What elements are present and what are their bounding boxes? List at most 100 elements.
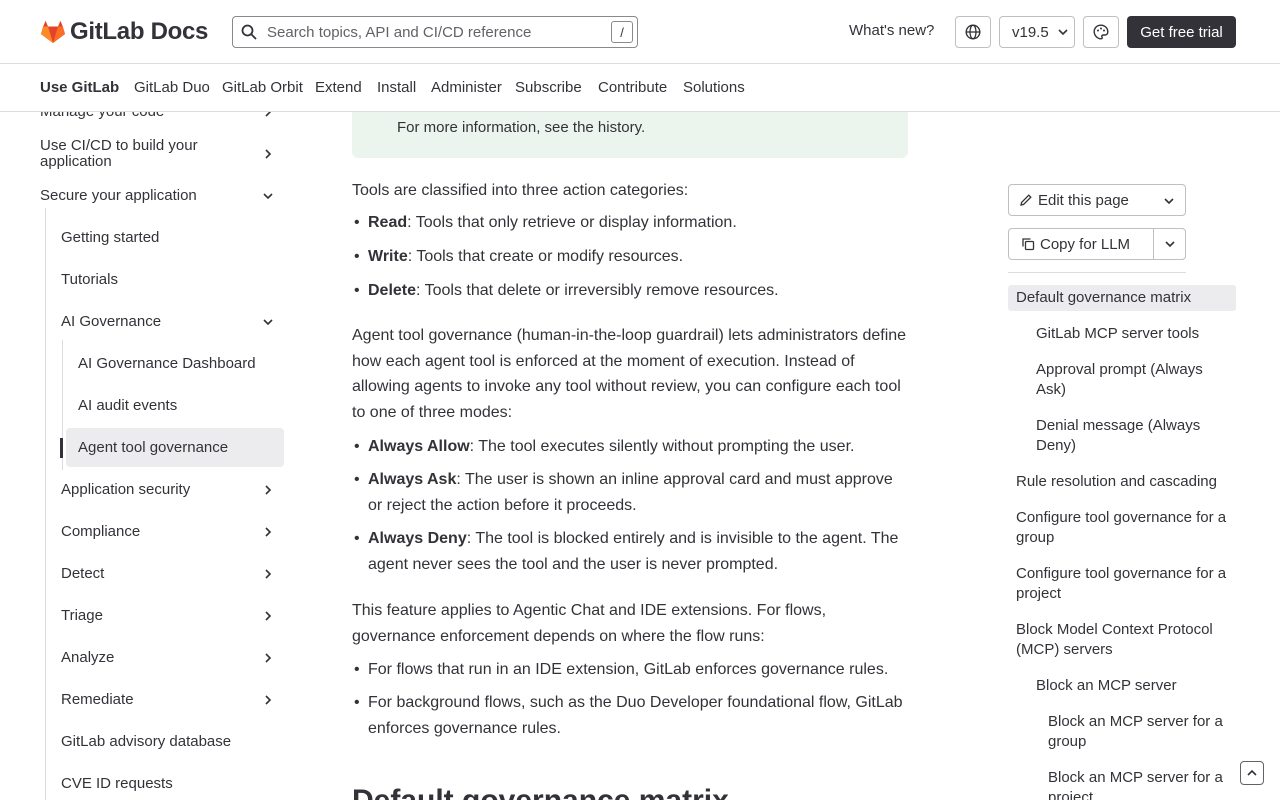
logo-text: GitLab Docs bbox=[70, 18, 209, 45]
nav-gitlab-orbit[interactable]: GitLab Orbit bbox=[222, 79, 303, 96]
toc-block-mcp-project[interactable]: Block an MCP server for a project bbox=[1048, 768, 1233, 800]
chevron-down-icon bbox=[1164, 198, 1174, 205]
term: Write bbox=[368, 248, 408, 265]
chevron-right-icon[interactable] bbox=[262, 610, 274, 622]
intro-paragraph: Tools are classified into three action c… bbox=[352, 182, 689, 199]
sidebar-item-tutorials[interactable]: Tutorials bbox=[61, 272, 118, 288]
theme-button[interactable] bbox=[1083, 16, 1119, 48]
section-heading: Default governance matrix bbox=[352, 784, 729, 800]
main-content: For more information, see the history. T… bbox=[352, 112, 908, 800]
palette-icon bbox=[1093, 24, 1109, 40]
toc-block-mcp-servers[interactable]: Block Model Context Protocol (MCP) serve… bbox=[1016, 620, 1231, 660]
chevron-down-icon[interactable] bbox=[262, 190, 274, 202]
nav-subscribe[interactable]: Subscribe bbox=[515, 79, 582, 96]
sidebar-item-triage[interactable]: Triage bbox=[61, 608, 103, 624]
chevron-right-icon[interactable] bbox=[262, 694, 274, 706]
main-nav: Use GitLab GitLab Duo GitLab Orbit Exten… bbox=[0, 65, 1280, 112]
chevron-right-icon[interactable] bbox=[262, 112, 274, 118]
nav-extend[interactable]: Extend bbox=[315, 79, 362, 96]
nav-solutions[interactable]: Solutions bbox=[683, 79, 745, 96]
sidebar-item-cve-id-requests[interactable]: CVE ID requests bbox=[61, 776, 173, 792]
sidebar-item-cicd[interactable]: Use CI/CD to build your application bbox=[40, 138, 230, 170]
governance-paragraph: Agent tool governance (human-in-the-loop… bbox=[352, 327, 907, 421]
toc-configure-project[interactable]: Configure tool governance for a project bbox=[1016, 564, 1231, 604]
list-item-always-allow: Always Allow: The tool executes silently… bbox=[354, 434, 908, 460]
whats-new-link[interactable]: What's new? bbox=[849, 22, 934, 39]
history-note-text: For more information, see the history. bbox=[397, 119, 646, 136]
gitlab-logo[interactable]: GitLab Docs bbox=[40, 18, 208, 46]
toc-denial-message[interactable]: Denial message (Always Deny) bbox=[1036, 416, 1226, 456]
sidebar-item-compliance[interactable]: Compliance bbox=[61, 524, 140, 540]
edit-page-button[interactable]: Edit this page bbox=[1008, 184, 1186, 216]
toc-configure-group[interactable]: Configure tool governance for a group bbox=[1016, 508, 1231, 548]
edit-page-label: Edit this page bbox=[1038, 191, 1129, 209]
list-item-read: Read: Tools that only retrieve or displa… bbox=[354, 210, 908, 236]
nav-gitlab-duo[interactable]: GitLab Duo bbox=[134, 79, 210, 96]
chevron-right-icon[interactable] bbox=[262, 652, 274, 664]
term: Always Ask bbox=[368, 471, 457, 488]
copy-icon bbox=[1022, 238, 1035, 251]
chevron-down-icon[interactable] bbox=[262, 316, 274, 328]
language-button[interactable] bbox=[955, 16, 991, 48]
chevron-right-icon[interactable] bbox=[262, 568, 274, 580]
sidebar-item-application-security[interactable]: Application security bbox=[61, 482, 190, 498]
version-label: v19.5 bbox=[1012, 23, 1049, 41]
version-selector[interactable]: v19.5 bbox=[999, 16, 1075, 48]
chevron-right-icon[interactable] bbox=[262, 484, 274, 496]
pencil-icon bbox=[1020, 194, 1032, 206]
chevron-right-icon[interactable] bbox=[262, 148, 274, 160]
history-note: For more information, see the history. bbox=[352, 112, 908, 158]
sidebar-item-remediate[interactable]: Remediate bbox=[61, 692, 134, 708]
list-item-write: Write: Tools that create or modify resou… bbox=[354, 244, 908, 270]
sidebar-item-agent-tool-governance[interactable]: Agent tool governance bbox=[78, 440, 228, 456]
scroll-to-top-button[interactable] bbox=[1240, 761, 1264, 785]
search-shortcut-key: / bbox=[611, 21, 633, 43]
term: Delete bbox=[368, 282, 417, 299]
sidebar-item-ai-governance-dashboard[interactable]: AI Governance Dashboard bbox=[78, 356, 256, 372]
sidebar: Manage your code Use CI/CD to build your… bbox=[0, 112, 300, 800]
sidebar-item-detect[interactable]: Detect bbox=[61, 566, 104, 582]
term: Read bbox=[368, 214, 408, 231]
sidebar-item-ai-audit-events[interactable]: AI audit events bbox=[78, 398, 177, 414]
toc-block-an-mcp-server[interactable]: Block an MCP server bbox=[1036, 676, 1231, 696]
list-item-ide-flow: For flows that run in an IDE extension, … bbox=[354, 657, 908, 683]
toc-gitlab-mcp-server-tools[interactable]: GitLab MCP server tools bbox=[1036, 324, 1231, 344]
chevron-down-icon bbox=[1164, 241, 1175, 248]
toc-approval-prompt[interactable]: Approval prompt (Always Ask) bbox=[1036, 360, 1226, 400]
list-item-always-deny: Always Deny: The tool is blocked entirel… bbox=[354, 526, 908, 577]
toc-block-mcp-group[interactable]: Block an MCP server for a group bbox=[1048, 712, 1233, 752]
toc-divider bbox=[1008, 272, 1186, 273]
chevron-right-icon[interactable] bbox=[262, 526, 274, 538]
toc-rule-resolution[interactable]: Rule resolution and cascading bbox=[1016, 472, 1231, 492]
sidebar-item-manage-code[interactable]: Manage your code bbox=[40, 112, 164, 120]
search-icon bbox=[241, 24, 257, 40]
toc-default-governance-matrix[interactable]: Default governance matrix bbox=[1016, 288, 1231, 308]
sidebar-item-advisory-database[interactable]: GitLab advisory database bbox=[61, 734, 231, 750]
top-header: GitLab Docs / What's new? v19.5 Get free bbox=[0, 0, 1280, 64]
copy-options-dropdown[interactable] bbox=[1153, 228, 1186, 260]
list-item-delete: Delete: Tools that delete or irreversibl… bbox=[354, 278, 908, 304]
sidebar-item-analyze[interactable]: Analyze bbox=[61, 650, 114, 666]
nav-administer[interactable]: Administer bbox=[431, 79, 502, 96]
globe-icon bbox=[965, 24, 981, 40]
list-item-always-ask: Always Ask: The user is shown an inline … bbox=[354, 467, 908, 518]
sidebar-item-secure[interactable]: Secure your application bbox=[40, 188, 197, 204]
get-free-trial-button[interactable]: Get free trial bbox=[1127, 16, 1236, 48]
tanuki-icon bbox=[41, 20, 65, 43]
list-item-background-flow: For background flows, such as the Duo De… bbox=[354, 690, 908, 741]
term: Always Deny bbox=[368, 530, 467, 547]
nav-contribute[interactable]: Contribute bbox=[598, 79, 667, 96]
flows-paragraph: This feature applies to Agentic Chat and… bbox=[352, 602, 827, 645]
sidebar-item-getting-started[interactable]: Getting started bbox=[61, 230, 159, 246]
copy-for-llm-button[interactable]: Copy for LLM bbox=[1008, 228, 1154, 260]
sidebar-active-marker bbox=[60, 438, 63, 458]
chevron-down-icon bbox=[1058, 29, 1068, 36]
search-box[interactable]: / bbox=[232, 16, 638, 48]
chevron-up-icon bbox=[1247, 769, 1257, 776]
nav-install[interactable]: Install bbox=[377, 79, 416, 96]
sidebar-item-ai-governance[interactable]: AI Governance bbox=[61, 314, 161, 330]
nav-use-gitlab[interactable]: Use GitLab bbox=[40, 79, 119, 96]
search-input[interactable] bbox=[267, 23, 607, 41]
copy-for-llm-label: Copy for LLM bbox=[1040, 235, 1131, 253]
sidebar-tree-line bbox=[45, 208, 46, 800]
